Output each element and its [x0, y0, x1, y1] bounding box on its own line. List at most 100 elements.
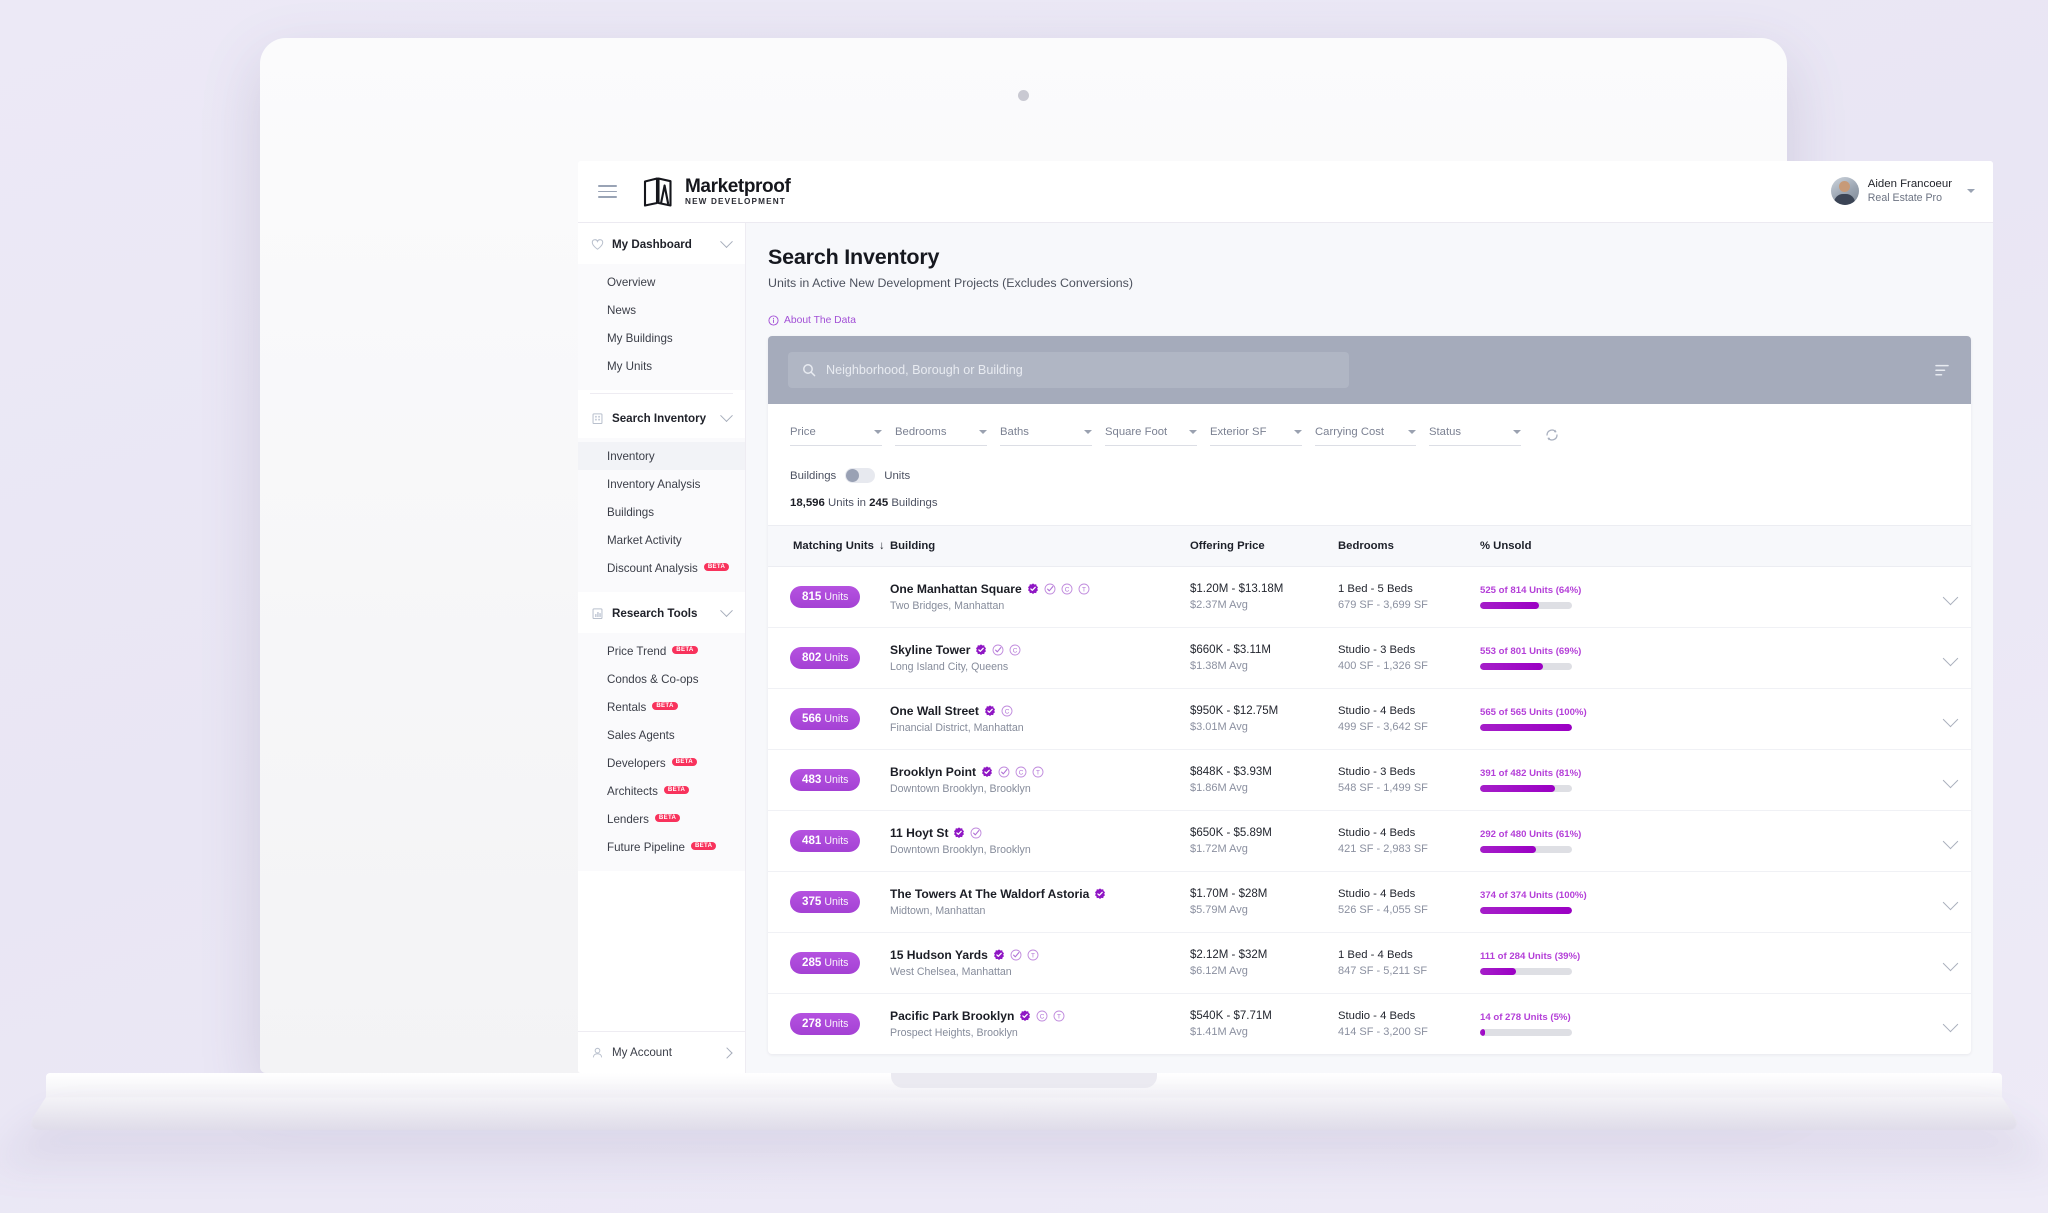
verified-badge[interactable]	[1027, 583, 1039, 595]
sidebar-item-buildings[interactable]: Buildings	[578, 498, 745, 526]
chevron-down-icon[interactable]	[1942, 589, 1958, 605]
sidebar-item-architects[interactable]: Architects BETA	[578, 777, 745, 805]
building-name[interactable]: Pacific Park Brooklyn	[890, 1009, 1014, 1023]
check-circle-badge[interactable]	[1044, 583, 1056, 595]
matching-units-pill[interactable]: 278 Units	[790, 1012, 861, 1036]
user-menu[interactable]: Aiden Francoeur Real Estate Pro	[1830, 177, 1975, 206]
sidebar-item-my-buildings[interactable]: My Buildings	[578, 324, 745, 352]
check-circle-badge[interactable]	[998, 766, 1010, 778]
c-circle-badge[interactable]: C	[1015, 766, 1027, 778]
sidebar-item-lenders[interactable]: Lenders BETA	[578, 805, 745, 833]
reset-filters-icon[interactable]	[1544, 427, 1560, 443]
sort-options-icon[interactable]	[1934, 362, 1951, 379]
table-row[interactable]: 278 Units Pacific Park Brooklyn C T Prospect …	[768, 994, 1971, 1055]
sidebar-item-market-activity[interactable]: Market Activity	[578, 526, 745, 554]
table-row[interactable]: 483 Units Brooklyn Point C T Downtown Brookly…	[768, 749, 1971, 811]
table-row[interactable]: 481 Units 11 Hoyt St Downtown Brooklyn, Bro…	[768, 810, 1971, 872]
matching-units-pill[interactable]: 481 Units	[790, 829, 861, 853]
c-circle-badge[interactable]: C	[1061, 583, 1073, 595]
sidebar-item-my-units[interactable]: My Units	[578, 352, 745, 380]
filter-price[interactable]: Price	[790, 426, 882, 446]
check-circle-badge[interactable]	[970, 827, 982, 839]
column-header-bedrooms[interactable]: Bedrooms	[1338, 525, 1480, 567]
filter-baths[interactable]: Baths	[1000, 426, 1092, 446]
column-header-percent-unsold[interactable]: % Unsold	[1480, 525, 1929, 567]
sidebar-item-inventory[interactable]: Inventory	[578, 442, 745, 470]
t-circle-badge[interactable]: T	[1078, 583, 1090, 595]
building-name[interactable]: The Towers At The Waldorf Astoria	[890, 887, 1089, 901]
sidebar-item-condos-co-ops[interactable]: Condos & Co-ops	[578, 665, 745, 693]
about-the-data-link[interactable]: About The Data	[768, 315, 1971, 326]
nav-header-my-dashboard[interactable]: My Dashboard	[578, 223, 745, 264]
building-name[interactable]: Brooklyn Point	[890, 765, 976, 779]
table-row[interactable]: 375 Units The Towers At The Waldorf Astori…	[768, 871, 1971, 933]
matching-units-word: Units	[824, 835, 849, 848]
sidebar-item-my-account[interactable]: My Account	[578, 1031, 745, 1073]
verified-badge[interactable]	[981, 766, 993, 778]
brand-logo[interactable]: Marketproof NEW DEVELOPMENT	[643, 177, 791, 207]
verified-badge[interactable]	[1019, 1010, 1031, 1022]
c-circle-badge[interactable]: C	[1009, 644, 1021, 656]
chevron-down-icon[interactable]	[1942, 833, 1958, 849]
chevron-down-icon[interactable]	[1942, 894, 1958, 910]
buildings-units-toggle[interactable]	[845, 468, 876, 483]
sidebar-item-future-pipeline[interactable]: Future Pipeline BETA	[578, 833, 745, 861]
heart-icon	[591, 239, 604, 250]
column-header-offering-price[interactable]: Offering Price	[1190, 525, 1338, 567]
matching-units-pill[interactable]: 483 Units	[790, 768, 861, 792]
building-name[interactable]: 15 Hudson Yards	[890, 948, 988, 962]
svg-text:T: T	[1036, 769, 1040, 776]
sidebar-item-discount-analysis[interactable]: Discount Analysis BETA	[578, 554, 745, 582]
chevron-down-icon[interactable]	[1942, 772, 1958, 788]
matching-units-pill[interactable]: 285 Units	[790, 951, 861, 975]
matching-units-pill[interactable]: 375 Units	[790, 890, 861, 914]
check-circle-badge[interactable]	[1010, 949, 1022, 961]
sidebar-item-rentals[interactable]: Rentals BETA	[578, 693, 745, 721]
sidebar-item-inventory-analysis[interactable]: Inventory Analysis	[578, 470, 745, 498]
hamburger-icon[interactable]	[594, 181, 621, 202]
filter-carrying-cost[interactable]: Carrying Cost	[1315, 426, 1416, 446]
sidebar-item-overview[interactable]: Overview	[578, 268, 745, 296]
matching-units-pill[interactable]: 802 Units	[790, 646, 861, 670]
sidebar-item-price-trend[interactable]: Price Trend BETA	[578, 637, 745, 665]
table-row[interactable]: 802 Units Skyline Tower C Long Island City, …	[768, 627, 1971, 689]
filter-bedrooms[interactable]: Bedrooms	[895, 426, 987, 446]
t-circle-badge[interactable]: T	[1027, 949, 1039, 961]
sidebar-item-sales-agents[interactable]: Sales Agents	[578, 721, 745, 749]
check-circle-badge[interactable]	[992, 644, 1004, 656]
t-circle-badge[interactable]: T	[1053, 1010, 1065, 1022]
verified-badge[interactable]	[984, 705, 996, 717]
table-row[interactable]: 566 Units One Wall Street C Financial Distri…	[768, 688, 1971, 750]
square-feet-range: 499 SF - 3,642 SF	[1338, 721, 1428, 733]
chevron-down-icon[interactable]	[1942, 955, 1958, 971]
building-name[interactable]: 11 Hoyt St	[890, 826, 948, 840]
table-row[interactable]: 285 Units 15 Hudson Yards T West Chelsea, Ma…	[768, 932, 1971, 994]
verified-badge[interactable]	[993, 949, 1005, 961]
chevron-down-icon[interactable]	[1942, 711, 1958, 727]
matching-units-pill[interactable]: 566 Units	[790, 707, 861, 731]
building-name[interactable]: Skyline Tower	[890, 643, 970, 657]
column-header-building[interactable]: Building	[890, 525, 1190, 567]
filter-status[interactable]: Status	[1429, 426, 1521, 446]
beta-badge: BETA	[703, 562, 730, 572]
building-name[interactable]: One Manhattan Square	[890, 582, 1022, 596]
c-circle-badge[interactable]: C	[1036, 1010, 1048, 1022]
verified-badge[interactable]	[1094, 888, 1106, 900]
t-circle-badge[interactable]: T	[1032, 766, 1044, 778]
sidebar-item-news[interactable]: News	[578, 296, 745, 324]
verified-badge[interactable]	[953, 827, 965, 839]
verified-badge[interactable]	[975, 644, 987, 656]
c-circle-badge[interactable]: C	[1001, 705, 1013, 717]
sidebar-item-developers[interactable]: Developers BETA	[578, 749, 745, 777]
nav-header-search-inventory[interactable]: Search Inventory	[578, 397, 745, 438]
nav-header-research-tools[interactable]: Research Tools	[578, 592, 745, 633]
table-row[interactable]: 815 Units One Manhattan Square C T Two Bridge…	[768, 566, 1971, 628]
matching-units-pill[interactable]: 815 Units	[790, 585, 861, 609]
search-input[interactable]: Neighborhood, Borough or Building	[788, 352, 1349, 388]
chevron-down-icon[interactable]	[1942, 1016, 1958, 1032]
column-header-matching-units[interactable]: Matching Units ↓	[768, 525, 890, 567]
filter-exterior-sf[interactable]: Exterior SF	[1210, 426, 1302, 446]
building-name[interactable]: One Wall Street	[890, 704, 979, 718]
chevron-down-icon[interactable]	[1942, 650, 1958, 666]
filter-square-foot[interactable]: Square Foot	[1105, 426, 1197, 446]
